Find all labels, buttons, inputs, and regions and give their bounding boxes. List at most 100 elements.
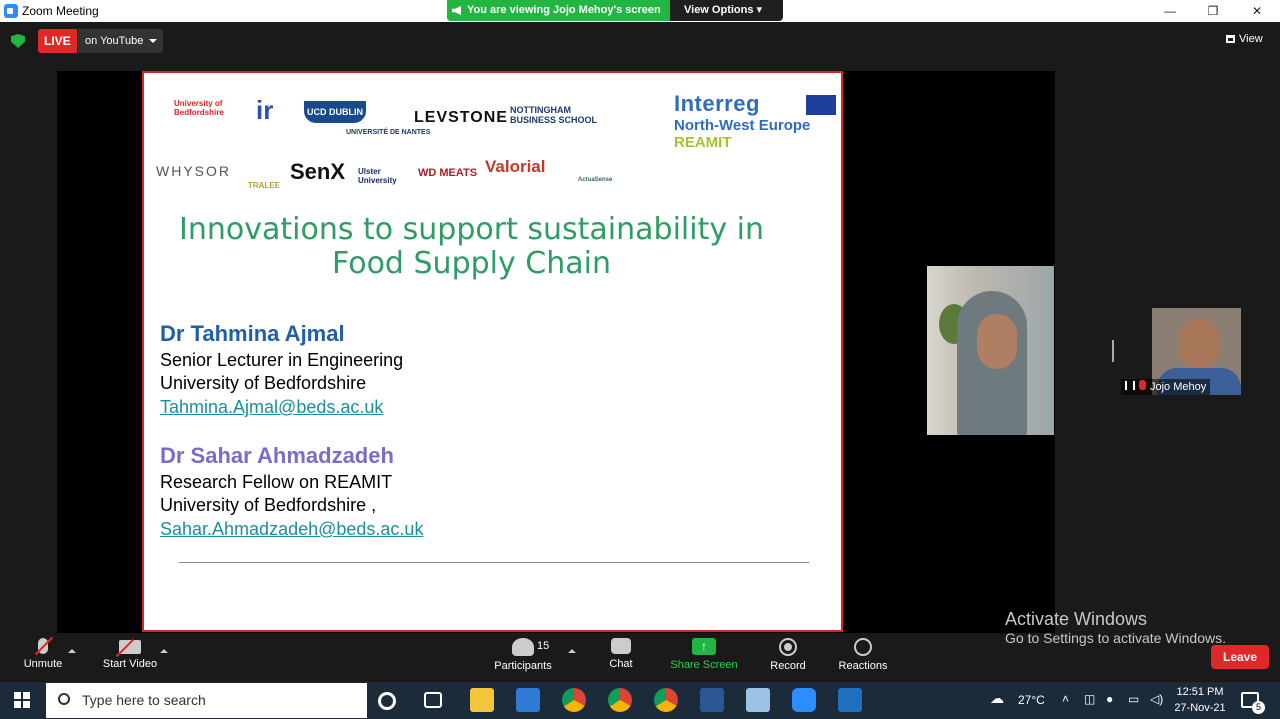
speaker-face: [977, 314, 1017, 369]
logo-bedfordshire: University of Bedfordshire: [174, 99, 224, 117]
speaker-video-tile[interactable]: [927, 266, 1054, 435]
logo-wd-meats: WD MEATS: [418, 167, 478, 179]
volume-icon[interactable]: ◁): [1150, 692, 1163, 706]
network-icon[interactable]: ▭: [1128, 692, 1139, 706]
meet-now-icon[interactable]: ◫: [1084, 692, 1095, 706]
zoom-icon: [4, 4, 18, 18]
screen-share-banner: You are viewing Jojo Mehoy's screen View…: [447, 0, 783, 21]
participants-count: 15: [537, 640, 550, 652]
partner-logos: University of Bedfordshire ir UCD DUBLIN…: [172, 95, 602, 145]
taskbar-search-box[interactable]: Type here to search: [46, 683, 367, 718]
stream-target-label: on YouTube: [85, 35, 144, 47]
logo-senx: SenX: [290, 159, 346, 184]
author1-email: Tahmina.Ajmal@beds.ac.uk: [160, 397, 384, 417]
audio-options-caret-icon[interactable]: [68, 645, 76, 653]
smiley-icon: [854, 638, 872, 656]
microphone-icon[interactable]: ●: [1106, 692, 1113, 706]
chat-button[interactable]: Chat: [604, 638, 638, 670]
participants-icon: [512, 638, 534, 656]
participant-name: Jojo Mehoy: [1150, 381, 1207, 393]
reactions-button[interactable]: Reactions: [836, 638, 890, 672]
cortana-icon[interactable]: [378, 692, 396, 710]
start-video-button[interactable]: Start Video: [100, 638, 160, 670]
interreg-line3: REAMIT: [674, 134, 732, 151]
panel-resize-handle[interactable]: [1112, 340, 1114, 362]
record-button[interactable]: Record: [767, 638, 809, 672]
taskbar-clock[interactable]: 12:51 PM 27-Nov-21: [1172, 684, 1228, 716]
notepad-icon[interactable]: [746, 688, 770, 712]
close-button[interactable]: ✕: [1242, 2, 1272, 20]
slide-title-line2: Food Supply Chain: [332, 246, 611, 281]
muted-mic-icon: [1139, 380, 1146, 390]
slide-divider: [179, 562, 809, 563]
view-label: View: [1239, 33, 1263, 45]
weather-cloud-icon[interactable]: ☁: [990, 690, 1004, 707]
watermark-line1: Activate Windows: [1005, 609, 1148, 629]
logo-ucd: UCD DUBLIN: [304, 101, 366, 123]
viewing-text: You are viewing Jojo Mehoy's screen: [467, 4, 661, 16]
leave-button[interactable]: Leave: [1211, 645, 1269, 669]
window-title: Zoom Meeting: [22, 4, 99, 18]
logo-tralee: TRALEE: [248, 181, 280, 190]
search-icon: [58, 693, 70, 705]
share-screen-icon: ↑: [692, 638, 716, 655]
minimize-button[interactable]: —: [1155, 2, 1185, 20]
viewing-indicator: You are viewing Jojo Mehoy's screen: [447, 0, 670, 21]
chrome-profile-m-icon[interactable]: [654, 688, 678, 712]
live-stream-dropdown[interactable]: on YouTube: [78, 29, 164, 53]
logo-valorial: Valorial: [485, 157, 546, 176]
record-label: Record: [770, 660, 806, 672]
meeting-topbar: [0, 22, 1280, 62]
presentation-slide: University of Bedfordshire ir UCD DUBLIN…: [142, 71, 843, 632]
logo-nottingham: NOTTINGHAM BUSINESS SCHOOL: [510, 105, 598, 125]
clock-date: 27-Nov-21: [1174, 702, 1226, 714]
share-screen-button[interactable]: ↑ Share Screen: [668, 638, 740, 671]
author2-org: University of Bedfordshire ,: [160, 495, 377, 515]
video-off-icon: [119, 640, 141, 654]
notification-center-icon[interactable]: 5: [1241, 692, 1265, 714]
grid-icon: [1226, 35, 1235, 43]
zoom-taskbar-icon[interactable]: [792, 688, 816, 712]
author1-name: Dr Tahmina Ajmal: [160, 321, 345, 346]
mail-icon[interactable]: [516, 688, 540, 712]
unmute-button[interactable]: Unmute: [20, 638, 66, 670]
search-placeholder: Type here to search: [82, 692, 206, 708]
logo-nantes: UNIVERSITÉ DE NANTES: [346, 129, 431, 136]
media-player-icon[interactable]: [838, 688, 862, 712]
weather-temp[interactable]: 27°C: [1018, 693, 1045, 707]
logo-whysor: WHYSOR: [156, 163, 231, 179]
chevron-down-icon: ▾: [756, 4, 763, 16]
participants-button[interactable]: 15 Participants: [492, 638, 554, 672]
file-explorer-icon[interactable]: [470, 688, 494, 712]
mic-muted-icon: [38, 638, 48, 654]
participants-label: Participants: [494, 660, 552, 672]
participant-face: [1179, 318, 1219, 370]
windows-start-icon[interactable]: [14, 692, 30, 708]
view-button[interactable]: View: [1226, 33, 1263, 45]
reactions-label: Reactions: [838, 660, 888, 672]
chrome-icon[interactable]: [562, 688, 586, 712]
signal-icon: [1125, 381, 1135, 390]
author1-role: Senior Lecturer in Engineering: [160, 350, 404, 370]
task-view-icon[interactable]: [424, 692, 442, 708]
participants-caret-icon[interactable]: [568, 645, 576, 653]
chat-icon: [611, 638, 631, 654]
participant-name-label: Jojo Mehoy: [1121, 379, 1211, 395]
chrome-profile-icon[interactable]: [608, 688, 632, 712]
author2-role: Research Fellow on REAMIT: [160, 472, 393, 492]
logo-ulster: Ulster University: [358, 167, 397, 185]
interreg-line2: North-West Europe: [674, 117, 811, 134]
logo-actuasense: ActuaSense: [578, 177, 613, 183]
notification-count: 5: [1252, 701, 1265, 714]
watermark-line2: Go to Settings to activate Windows.: [1005, 630, 1226, 646]
view-options-button[interactable]: View Options ▾: [684, 0, 762, 21]
start-video-label: Start Video: [102, 658, 158, 670]
restore-button[interactable]: ❐: [1198, 2, 1228, 20]
eu-flag-icon: [806, 95, 836, 115]
video-options-caret-icon[interactable]: [160, 645, 168, 653]
logo-levstone: LEVSTONE: [414, 109, 508, 126]
chevron-up-icon[interactable]: ˄: [1062, 692, 1069, 706]
unmute-label: Unmute: [23, 658, 63, 670]
record-icon: [779, 638, 797, 656]
word-icon[interactable]: [700, 688, 724, 712]
